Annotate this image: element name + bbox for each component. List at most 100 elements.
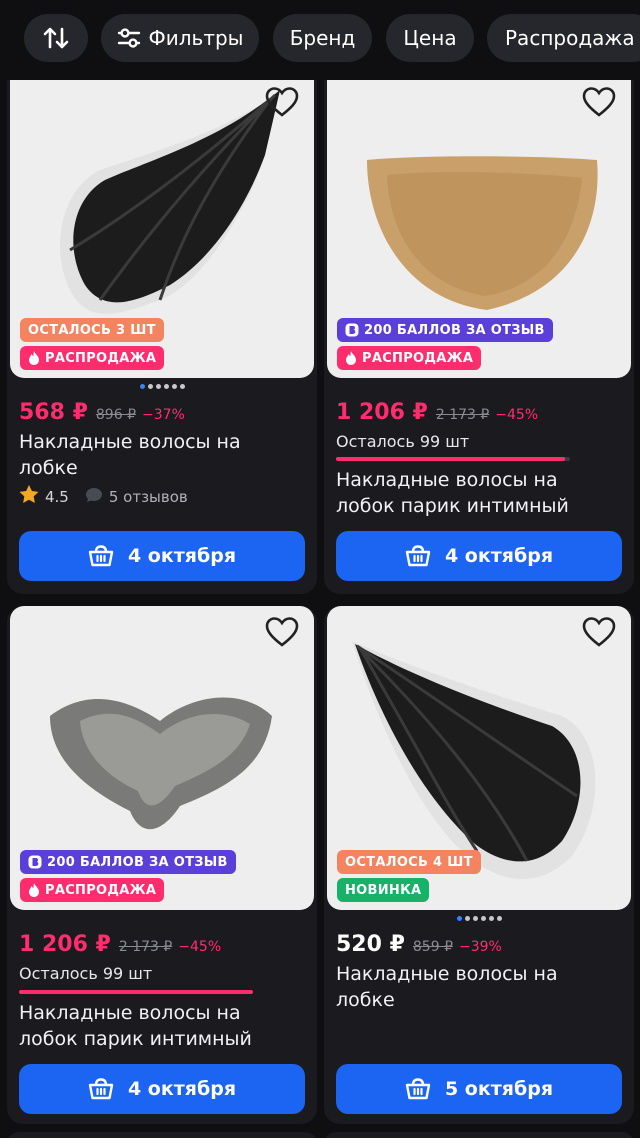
price-row: 1 206 ₽ 2 173 ₽ −45% (336, 400, 538, 425)
delivery-date: 5 октября (444, 1078, 554, 1100)
pager-dot (472, 916, 478, 921)
favorite-button[interactable] (262, 616, 302, 652)
stock-badge: ОСТАЛОСЬ 3 ШТ (20, 318, 164, 342)
badges: ОСТАЛОСЬ 4 ШТ НОВИНКА (337, 846, 481, 902)
old-price: 896 ₽ (95, 407, 136, 423)
pager-dot (480, 916, 486, 921)
points-badge: 200 БАЛЛОВ ЗА ОТЗЫВ (20, 850, 236, 874)
title-line: лобке (336, 989, 395, 1011)
stock-text: Осталось 99 шт (19, 964, 153, 983)
points-b-icon (345, 323, 359, 337)
stock-badge: ОСТАЛОСЬ 4 ШТ (337, 850, 481, 874)
price-label: Цена (403, 26, 457, 50)
flame-icon (28, 883, 40, 897)
product-image[interactable]: ОСТАЛОСЬ 4 ШТ НОВИНКА (327, 606, 631, 910)
product-card[interactable]: ОСТАЛОСЬ 3 ШТ РАСПРОДАЖА 568 ₽ 896 ₽ −37… (7, 60, 317, 594)
product-card[interactable]: 200 БАЛЛОВ ЗА ОТЗЫВ РАСПРОДАЖА 1 206 ₽ 2… (324, 60, 634, 594)
sale-chip[interactable]: Распродажа (487, 14, 640, 62)
discount: −39% (458, 939, 502, 955)
pager-dot (496, 916, 502, 921)
price-row: 520 ₽ 859 ₽ −39% (336, 932, 502, 957)
product-title[interactable]: Накладные волосы на лобок парик интимный (336, 467, 626, 519)
review-count: 5 отзывов (108, 487, 188, 506)
basket-icon (405, 1078, 431, 1100)
price-row: 568 ₽ 896 ₽ −37% (19, 400, 185, 425)
title-line: Накладные волосы на (336, 469, 558, 491)
add-to-cart-button[interactable]: 5 октября (336, 1064, 622, 1114)
delivery-date: 4 октября (127, 545, 237, 567)
flame-icon (28, 351, 40, 365)
product-title[interactable]: Накладные волосы на лобке (336, 961, 626, 1013)
title-line: лобок парик интимный (19, 1028, 252, 1050)
heart-outline-icon (582, 87, 616, 121)
badges: 200 БАЛЛОВ ЗА ОТЗЫВ РАСПРОДАЖА (20, 846, 236, 902)
pager-dot (488, 916, 494, 921)
old-price: 859 ₽ (412, 939, 453, 955)
pager-dot (147, 384, 153, 389)
price-chip[interactable]: Цена (386, 14, 474, 62)
title-line: Накладные волосы на (19, 1002, 241, 1024)
old-price: 2 173 ₽ (435, 407, 490, 423)
old-price: 2 173 ₽ (118, 939, 173, 955)
points-badge: 200 БАЛЛОВ ЗА ОТЗЫВ (337, 318, 553, 342)
price-row: 1 206 ₽ 2 173 ₽ −45% (19, 932, 221, 957)
filters-label: Фильтры (148, 26, 244, 50)
flame-icon (345, 351, 357, 365)
filters-button[interactable]: Фильтры (101, 14, 259, 62)
stock-text: Осталось 99 шт (336, 432, 470, 451)
sale-badge: РАСПРОДАЖА (20, 878, 165, 902)
favorite-button[interactable] (262, 86, 302, 122)
current-price: 1 206 ₽ (336, 400, 428, 425)
delivery-date: 4 октября (127, 1078, 237, 1100)
pager-dot (179, 384, 185, 389)
title-line: лобке (19, 457, 78, 479)
points-b-icon (28, 855, 42, 869)
pager-dot (139, 384, 145, 389)
product-card[interactable]: ОСТАЛОСЬ 4 ШТ НОВИНКА 520 ₽ 859 ₽ −39% Н… (324, 606, 634, 1124)
basket-icon (405, 545, 431, 567)
favorite-button[interactable] (579, 86, 619, 122)
basket-icon (88, 1078, 114, 1100)
sale-badge: РАСПРОДАЖА (20, 346, 165, 370)
sale-badge: РАСПРОДАЖА (337, 346, 482, 370)
current-price: 520 ₽ (336, 932, 405, 957)
stock-bar (19, 990, 253, 994)
star-icon (19, 485, 39, 508)
sliders-icon (117, 27, 141, 49)
basket-icon (88, 545, 114, 567)
product-image[interactable]: ОСТАЛОСЬ 3 ШТ РАСПРОДАЖА (10, 60, 314, 378)
sale-label: Распродажа (505, 26, 635, 50)
stock-bar-fill (336, 457, 566, 461)
title-line: Накладные волосы на (336, 963, 558, 985)
add-to-cart-button[interactable]: 4 октября (19, 531, 305, 581)
product-image[interactable]: 200 БАЛЛОВ ЗА ОТЗЫВ РАСПРОДАЖА (327, 60, 631, 378)
image-pager (324, 916, 634, 921)
current-price: 1 206 ₽ (19, 932, 111, 957)
badges: ОСТАЛОСЬ 3 ШТ РАСПРОДАЖА (20, 314, 165, 370)
sort-button[interactable] (24, 14, 88, 62)
discount: −45% (178, 939, 222, 955)
delivery-date: 4 октября (444, 545, 554, 567)
discount: −37% (141, 407, 185, 423)
pager-dot (464, 916, 470, 921)
title-line: лобок парик интимный (336, 495, 569, 517)
pager-dot (456, 916, 462, 921)
product-image[interactable]: 200 БАЛЛОВ ЗА ОТЗЫВ РАСПРОДАЖА (10, 606, 314, 910)
product-card[interactable]: 200 БАЛЛОВ ЗА ОТЗЫВ РАСПРОДАЖА 1 206 ₽ 2… (7, 606, 317, 1124)
product-title[interactable]: Накладные волосы на лобке (19, 429, 309, 481)
add-to-cart-button[interactable]: 4 октября (336, 531, 622, 581)
speech-bubble-icon (85, 487, 103, 507)
heart-outline-icon (265, 87, 299, 121)
pager-dot (163, 384, 169, 389)
title-line: Накладные волосы на (19, 431, 241, 453)
product-title[interactable]: Накладные волосы на лобок парик интимный (19, 1000, 309, 1052)
brand-chip[interactable]: Бренд (273, 14, 372, 62)
favorite-button[interactable] (579, 616, 619, 652)
image-pager (7, 384, 317, 389)
pager-dot (155, 384, 161, 389)
rating-row: 4.5 5 отзывов (19, 485, 188, 508)
new-badge: НОВИНКА (337, 878, 430, 902)
heart-outline-icon (582, 617, 616, 651)
add-to-cart-button[interactable]: 4 октября (19, 1064, 305, 1114)
next-card-edge (324, 1132, 634, 1138)
